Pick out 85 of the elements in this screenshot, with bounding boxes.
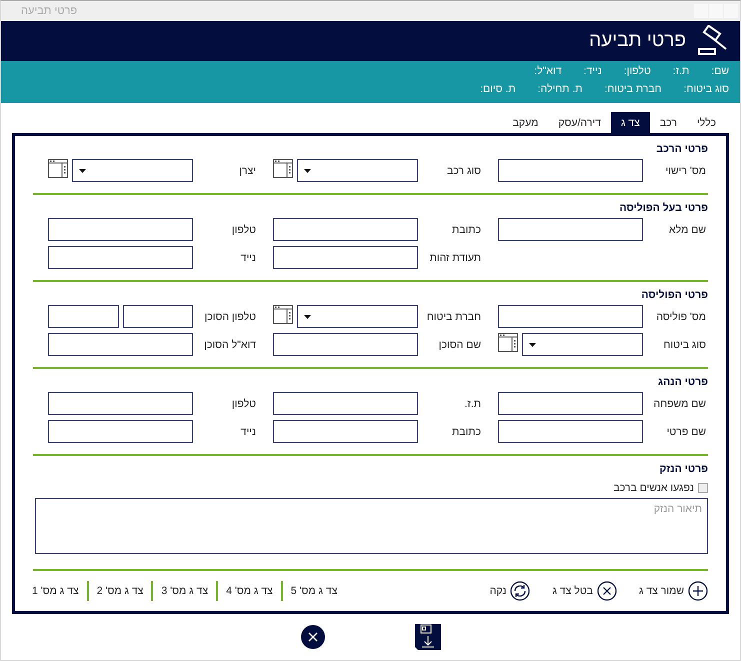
checkbox-label: נפגעו אנשים ברכב (613, 482, 694, 494)
tab[interactable]: צד ג (610, 112, 650, 133)
dropdown[interactable] (522, 333, 643, 356)
header-title: פרטי תביעה (589, 30, 686, 52)
field-label: שם הסוכן (438, 338, 481, 350)
field-label: דוא"ל הסוכן (203, 338, 256, 350)
text-field[interactable] (498, 420, 643, 443)
caret-icon (79, 168, 86, 172)
action-button[interactable]: שמור צד ג (638, 581, 708, 601)
field-label: סוג רכב (446, 164, 481, 176)
text-field[interactable] (273, 333, 418, 356)
field-label: טלפון (230, 224, 256, 236)
section-title: פרטי הנהג (658, 375, 708, 389)
text-field[interactable] (48, 218, 193, 241)
field-label: טלפון (230, 398, 256, 410)
caret-icon (529, 342, 536, 346)
save-icon[interactable] (414, 624, 440, 650)
text-field[interactable] (48, 392, 193, 415)
dropdown[interactable] (297, 305, 418, 328)
summary-label: טלפון: (624, 65, 651, 78)
text-field[interactable] (273, 392, 418, 415)
text-field[interactable] (498, 159, 643, 182)
section-title: פרטי הרכב (656, 142, 708, 156)
field-label: מס' פוליסה (655, 310, 706, 322)
summary-label: דוא"ל: (534, 65, 562, 78)
text-field[interactable] (48, 305, 118, 328)
tab[interactable]: רכב (650, 112, 687, 133)
text-field[interactable] (498, 218, 643, 241)
third-party-tab[interactable]: צד ג מס' 2 (86, 581, 152, 601)
tab[interactable]: דירה/עסק (548, 112, 611, 133)
third-party-tab[interactable]: צד ג מס' 5 (280, 581, 346, 601)
checkbox[interactable] (698, 483, 708, 493)
third-party-tab[interactable]: צד ג מס' 3 (151, 581, 216, 601)
section-title: פרטי הנזק (659, 462, 708, 476)
field-label: סוג ביטוח (662, 338, 706, 350)
summary-label: ת. סיום: (480, 83, 516, 96)
summary-label: ת.ז: (672, 65, 690, 78)
text-field[interactable] (122, 305, 193, 328)
section-title: פרטי הפוליסה (641, 288, 708, 302)
field-label: מס' רישוי (664, 164, 706, 176)
field-label: תעודת זהות (428, 252, 481, 264)
third-party-tab[interactable]: צד ג מס' 4 (216, 581, 281, 601)
field-label: כתובת (450, 224, 481, 236)
list-window-icon[interactable] (48, 159, 68, 178)
window-title: פרטי תביעה (21, 5, 78, 17)
summary-label: שם: (711, 65, 729, 78)
field-label: חברת ביטוח (426, 310, 481, 322)
field-label: שם משפחה (652, 398, 706, 410)
text-field[interactable] (498, 305, 643, 328)
plus-icon (688, 581, 708, 601)
refresh-icon (510, 581, 530, 601)
dropdown[interactable] (72, 159, 193, 182)
text-field[interactable] (273, 246, 418, 269)
list-window-icon[interactable] (273, 305, 293, 324)
field-label: נייד (240, 426, 256, 438)
text-field[interactable] (48, 420, 193, 443)
text-field[interactable] (273, 420, 418, 443)
caret-icon (304, 168, 311, 172)
summary-label: נייד: (584, 65, 602, 78)
text-field[interactable] (48, 246, 193, 269)
tab[interactable]: כללי (686, 112, 726, 133)
text-field[interactable] (273, 218, 418, 241)
third-party-tab[interactable]: צד ג מס' 1 (24, 581, 87, 601)
field-label: טלפון הסוכן (204, 310, 256, 322)
summary-label: סוג ביטוח: (684, 83, 729, 96)
caret-icon (304, 314, 311, 318)
text-field[interactable] (498, 392, 643, 415)
dropdown[interactable] (297, 159, 418, 182)
field-label: יצרן (238, 164, 256, 176)
field-label: שם פרטי (666, 426, 706, 438)
field-label: כתובת (450, 426, 481, 438)
summary-label: חברת ביטוח: (604, 83, 662, 96)
summary-label: ת. תחילה: (538, 83, 583, 96)
list-window-icon[interactable] (498, 333, 518, 352)
section-title: פרטי בעל הפוליסה (619, 201, 708, 215)
close-icon[interactable] (300, 625, 324, 649)
field-label: שם מלא (668, 224, 706, 236)
text-field[interactable] (48, 333, 193, 356)
field-label: נייד (240, 252, 256, 264)
close-icon (596, 581, 617, 601)
list-window-icon[interactable] (273, 159, 293, 178)
field-label: ת.ז. (464, 398, 481, 410)
tab[interactable]: מעקב (502, 112, 548, 133)
action-button[interactable]: נקה (490, 581, 530, 601)
action-button[interactable]: בטל צד ג (552, 581, 617, 601)
